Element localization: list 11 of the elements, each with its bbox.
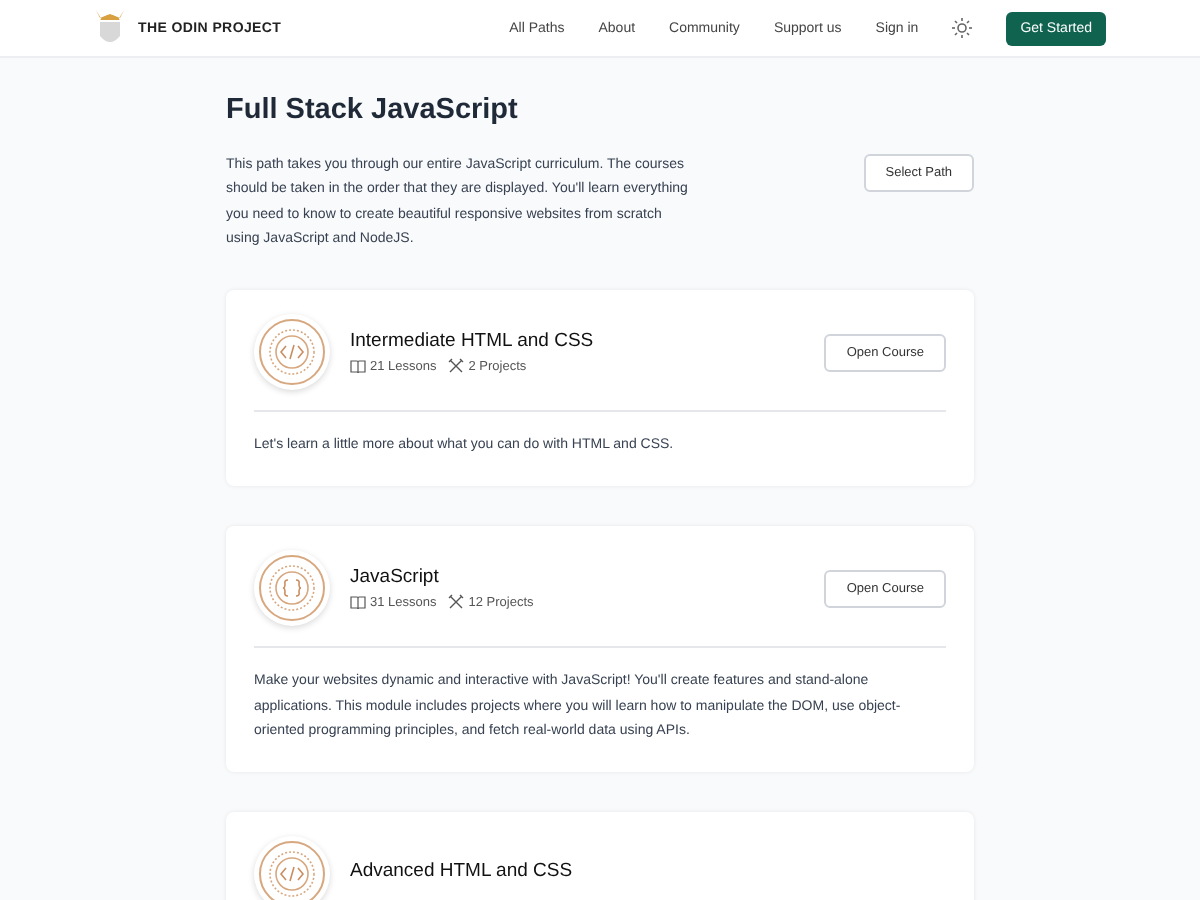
course-title: Intermediate HTML and CSS	[350, 330, 596, 353]
path-title: Full Stack JavaScript	[226, 94, 520, 126]
course-title: JavaScript	[350, 566, 441, 589]
course-badge-icon	[254, 314, 330, 391]
course-badge-icon	[254, 550, 330, 627]
course-title: Advanced HTML and CSS	[350, 860, 575, 883]
tools-icon	[448, 358, 465, 375]
book-icon	[350, 359, 366, 374]
tools-icon	[448, 594, 465, 611]
sun-theme-icon[interactable]	[952, 18, 973, 38]
book-icon	[350, 595, 366, 610]
